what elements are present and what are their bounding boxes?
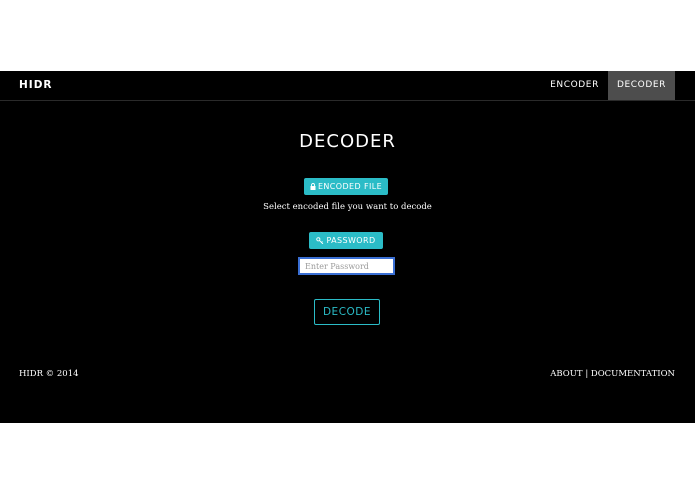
- password-label: PASSWORD: [326, 236, 376, 245]
- key-icon: [316, 232, 324, 249]
- footer-links: ABOUT | DOCUMENTATION: [550, 369, 675, 379]
- brand-logo[interactable]: HIDR: [19, 71, 53, 100]
- about-link[interactable]: ABOUT: [550, 369, 582, 379]
- footer-copyright: HIDR © 2014: [19, 369, 79, 379]
- nav-link-decoder[interactable]: DECODER: [607, 71, 675, 100]
- page-title: DECODER: [299, 131, 396, 152]
- nav-link-encoder[interactable]: ENCODER: [541, 71, 608, 100]
- app-window: HIDR ENCODER DECODER DECODER ENCODED FIL…: [0, 71, 695, 423]
- encoded-file-label: ENCODED FILE: [317, 182, 383, 191]
- password-input[interactable]: [298, 257, 395, 275]
- navbar: HIDR ENCODER DECODER: [0, 71, 695, 101]
- footer-separator: |: [585, 369, 589, 379]
- password-button[interactable]: PASSWORD: [309, 232, 383, 249]
- decode-button[interactable]: DECODE: [314, 299, 380, 325]
- lock-icon: [310, 178, 316, 195]
- nav-links: ENCODER DECODER: [541, 71, 675, 100]
- encoded-file-button[interactable]: ENCODED FILE: [304, 178, 388, 195]
- documentation-link[interactable]: DOCUMENTATION: [591, 369, 675, 379]
- page: HIDR ENCODER DECODER DECODER ENCODED FIL…: [0, 0, 695, 494]
- file-hint: Select encoded file you want to decode: [263, 202, 432, 212]
